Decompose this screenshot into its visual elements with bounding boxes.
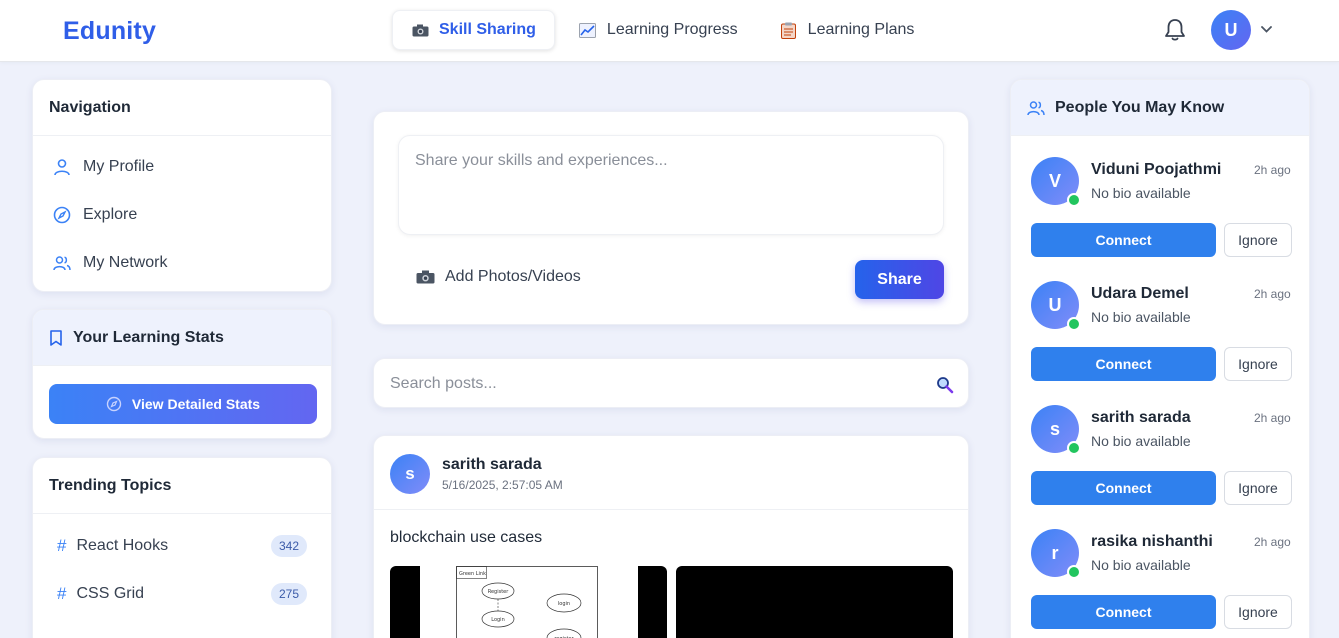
person-name[interactable]: Udara Demel bbox=[1091, 285, 1189, 303]
button-label: View Detailed Stats bbox=[131, 396, 261, 412]
online-indicator bbox=[1067, 441, 1081, 455]
trending-topics-title: Trending Topics bbox=[33, 458, 331, 514]
search-bar[interactable]: Search posts... bbox=[373, 358, 969, 408]
composer-placeholder: Share your skills and experiences... bbox=[415, 152, 668, 169]
people-title: People You May Know bbox=[1055, 98, 1225, 116]
post-video[interactable] bbox=[676, 566, 953, 638]
view-detailed-stats-button[interactable]: View Detailed Stats bbox=[49, 384, 317, 424]
person-time: 2h ago bbox=[1254, 163, 1291, 177]
app-logo[interactable]: Edunity bbox=[63, 17, 156, 46]
diagram-oval-label: Login bbox=[491, 617, 505, 623]
navigation-card: Navigation My Profile Explore My Network bbox=[32, 79, 332, 292]
trending-count: 342 bbox=[270, 535, 307, 557]
bookmark-icon bbox=[50, 329, 62, 346]
search-input[interactable]: Search posts... bbox=[390, 375, 497, 393]
tab-label: Learning Plans bbox=[807, 21, 915, 38]
person-time: 2h ago bbox=[1254, 287, 1291, 301]
connect-button[interactable]: Connect bbox=[1031, 223, 1216, 257]
add-media-button[interactable]: Add Photos/Videos bbox=[416, 268, 581, 286]
trending-count: 275 bbox=[270, 583, 307, 605]
tab-label: Learning Progress bbox=[606, 21, 738, 38]
online-indicator bbox=[1067, 317, 1081, 331]
hash-icon: # bbox=[57, 536, 67, 555]
compass-icon bbox=[106, 396, 122, 412]
user-avatar[interactable]: U bbox=[1211, 10, 1251, 50]
ignore-button[interactable]: Ignore bbox=[1224, 223, 1292, 257]
person-name[interactable]: sarith sarada bbox=[1091, 409, 1191, 427]
sidebar-item-my-profile[interactable]: My Profile bbox=[33, 143, 331, 191]
person-name[interactable]: rasika nishanthi bbox=[1091, 533, 1213, 551]
navigation-title: Navigation bbox=[33, 80, 331, 136]
compass-icon bbox=[53, 206, 71, 224]
learning-stats-title: Your Learning Stats bbox=[73, 328, 224, 346]
post-composer-input[interactable]: Share your skills and experiences... bbox=[398, 135, 944, 235]
chevron-down-icon[interactable] bbox=[1260, 24, 1273, 34]
trending-item[interactable]: # React Hooks 342 bbox=[33, 522, 331, 570]
post-text: blockchain use cases bbox=[390, 529, 543, 546]
ignore-button[interactable]: Ignore bbox=[1224, 471, 1292, 505]
share-button[interactable]: Share bbox=[855, 260, 944, 299]
post-image[interactable]: Green Link Register Login login register bbox=[390, 566, 667, 638]
online-indicator bbox=[1067, 565, 1081, 579]
sidebar-item-label: Explore bbox=[83, 206, 138, 223]
person-bio: No bio available bbox=[1091, 557, 1191, 573]
post-author-name[interactable]: sarith sarada bbox=[442, 456, 542, 474]
sidebar-item-label: My Network bbox=[83, 254, 168, 271]
diagram-oval-label: login bbox=[558, 601, 570, 607]
person-bio: No bio available bbox=[1091, 433, 1191, 449]
tab-skill-sharing[interactable]: Skill Sharing bbox=[392, 10, 555, 50]
diagram-header: Green Link bbox=[459, 571, 486, 577]
trending-topics-card: Trending Topics # React Hooks 342 # CSS … bbox=[32, 457, 332, 638]
connect-button[interactable]: Connect bbox=[1031, 595, 1216, 629]
post-card: s sarith sarada 5/16/2025, 2:57:05 AM bl… bbox=[373, 435, 969, 638]
ignore-button[interactable]: Ignore bbox=[1224, 347, 1292, 381]
tab-label: Skill Sharing bbox=[439, 21, 536, 38]
sidebar-item-my-network[interactable]: My Network bbox=[33, 239, 331, 287]
main-nav-tabs: Skill Sharing Learning Progress Learning… bbox=[392, 10, 932, 50]
trending-item[interactable]: # CSS Grid 275 bbox=[33, 570, 331, 618]
hash-icon: # bbox=[57, 584, 67, 603]
bell-icon[interactable] bbox=[1164, 18, 1186, 42]
people-header: People You May Know bbox=[1011, 80, 1309, 136]
learning-stats-card: Your Learning Stats View Detailed Stats bbox=[32, 309, 332, 439]
tab-learning-progress[interactable]: Learning Progress bbox=[561, 10, 756, 50]
camera-icon bbox=[416, 270, 435, 284]
person-time: 2h ago bbox=[1254, 411, 1291, 425]
person-bio: No bio available bbox=[1091, 309, 1191, 325]
person-time: 2h ago bbox=[1254, 535, 1291, 549]
users-icon bbox=[1027, 100, 1045, 115]
person-name[interactable]: Viduni Poojathmi bbox=[1091, 161, 1221, 179]
connect-button[interactable]: Connect bbox=[1031, 471, 1216, 505]
clipboard-icon bbox=[780, 22, 798, 39]
sidebar-item-label: My Profile bbox=[83, 158, 155, 175]
top-bar: Edunity Skill Sharing Learning Progress … bbox=[0, 0, 1339, 62]
search-icon[interactable] bbox=[936, 376, 954, 394]
people-you-may-know-card: People You May Know V Viduni Poojathmi N… bbox=[1010, 79, 1310, 638]
diagram-image: Green Link Register Login login register bbox=[420, 566, 638, 638]
users-icon bbox=[53, 256, 71, 271]
post-timestamp: 5/16/2025, 2:57:05 AM bbox=[442, 478, 563, 492]
post-author-avatar[interactable]: s bbox=[390, 454, 430, 494]
chart-icon bbox=[579, 22, 597, 38]
online-indicator bbox=[1067, 193, 1081, 207]
connect-button[interactable]: Connect bbox=[1031, 347, 1216, 381]
trending-label: React Hooks bbox=[76, 537, 169, 554]
tab-learning-plans[interactable]: Learning Plans bbox=[762, 10, 933, 50]
user-icon bbox=[54, 159, 70, 176]
diagram-oval-label: Register bbox=[488, 589, 510, 595]
sidebar-item-explore[interactable]: Explore bbox=[33, 191, 331, 239]
camera-icon bbox=[411, 22, 429, 38]
post-divider bbox=[374, 509, 968, 510]
person-bio: No bio available bbox=[1091, 185, 1191, 201]
trending-label: CSS Grid bbox=[76, 585, 145, 602]
use-case-diagram: Green Link Register Login login register bbox=[456, 566, 598, 638]
add-media-label: Add Photos/Videos bbox=[445, 268, 581, 285]
ignore-button[interactable]: Ignore bbox=[1224, 595, 1292, 629]
learning-stats-header: Your Learning Stats bbox=[33, 310, 331, 366]
